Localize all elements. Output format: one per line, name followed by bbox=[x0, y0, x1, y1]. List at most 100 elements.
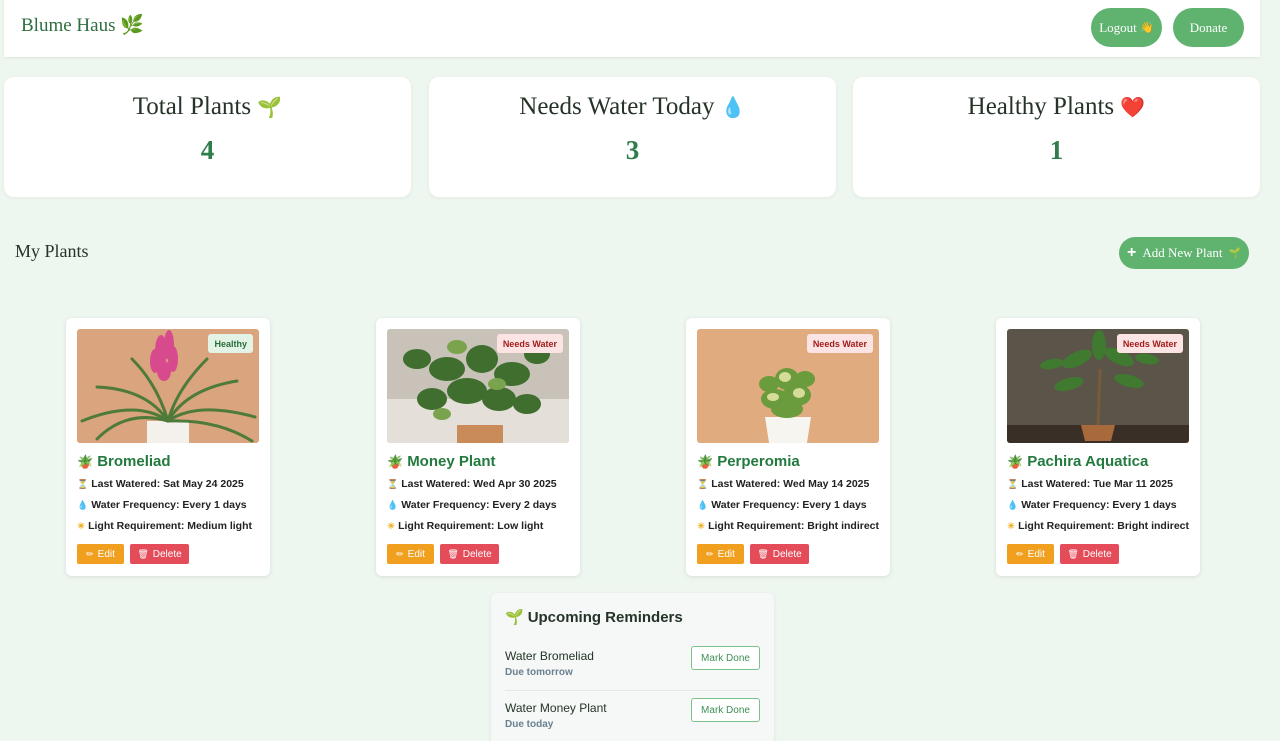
logout-label: Logout bbox=[1099, 19, 1137, 35]
last-watered-text: Last Watered: Wed May 14 2025 bbox=[711, 478, 870, 490]
edit-button[interactable]: ✏ Edit bbox=[697, 544, 744, 564]
plant-name-text: Pachira Aquatica bbox=[1027, 453, 1149, 470]
add-new-plant-label: Add New Plant bbox=[1142, 245, 1223, 260]
pencil-icon: ✏ bbox=[1016, 548, 1024, 559]
hourglass-icon: ⏳ bbox=[697, 479, 709, 489]
reminders-title: 🌱 Upcoming Reminders bbox=[505, 608, 683, 626]
water-frequency-text: Water Frequency: Every 2 days bbox=[401, 499, 557, 511]
stat-value: 3 bbox=[625, 135, 640, 165]
last-watered-text: Last Watered: Sat May 24 2025 bbox=[91, 478, 244, 490]
logout-button[interactable]: Logout 👋 bbox=[1091, 8, 1162, 47]
stat-label: Needs Water Today 💧 bbox=[429, 93, 836, 121]
plant-name-text: Perperomia bbox=[717, 453, 800, 470]
donate-label: Donate bbox=[1189, 19, 1228, 35]
light-requirement-text: Light Requirement: Low light bbox=[398, 520, 544, 532]
plant-card: Needs Water 🪴 Pachira Aquatica ⏳ Last Wate… bbox=[996, 318, 1200, 576]
stat-label-text: Needs Water Today bbox=[519, 93, 715, 120]
water-frequency: 💧 Water Frequency: Every 1 days bbox=[1007, 499, 1177, 511]
light-requirement: ☀ Light Requirement: Medium light bbox=[77, 520, 252, 532]
stat-value: 1 bbox=[1049, 135, 1064, 165]
last-watered: ⏳ Last Watered: Wed Apr 30 2025 bbox=[387, 478, 557, 490]
reminder-task: Water Bromeliad bbox=[505, 649, 594, 663]
reminder-task: Water Money Plant bbox=[505, 701, 607, 715]
stat-label: Total Plants 🌱 bbox=[4, 93, 411, 121]
sun-icon: ☀ bbox=[77, 521, 86, 531]
delete-label: Delete bbox=[462, 548, 492, 560]
trash-icon: 🗑 bbox=[137, 548, 149, 559]
water-frequency-text: Water Frequency: Every 1 days bbox=[91, 499, 247, 511]
stat-label-text: Total Plants bbox=[132, 93, 252, 120]
stat-card-healthy-plants: Healthy Plants ❤️ 1 bbox=[853, 77, 1260, 197]
light-requirement: ☀ Light Requirement: Bright indirect bbox=[1007, 520, 1189, 532]
upcoming-reminders-panel: 🌱 Upcoming Reminders Water Bromeliad Due … bbox=[491, 593, 774, 741]
mark-done-button[interactable]: Mark Done bbox=[691, 698, 760, 722]
light-requirement-text: Light Requirement: Bright indirect bbox=[1018, 520, 1189, 532]
droplet-icon: 💧 bbox=[1007, 500, 1019, 510]
stat-label-text: Healthy Plants bbox=[967, 93, 1115, 120]
stat-value: 4 bbox=[200, 135, 215, 165]
plant-photo: Needs Water bbox=[697, 329, 879, 443]
seedling-icon: 🌱 bbox=[257, 97, 283, 119]
last-watered-text: Last Watered: Wed Apr 30 2025 bbox=[401, 478, 557, 490]
light-requirement: ☀ Light Requirement: Low light bbox=[387, 520, 543, 532]
status-badge: Needs Water bbox=[806, 334, 873, 353]
plant-photo: Needs Water bbox=[387, 329, 569, 443]
plant-photo: Healthy bbox=[77, 329, 259, 443]
potted-plant-icon: 🪴 bbox=[697, 454, 714, 469]
droplet-icon: 💧 bbox=[77, 500, 89, 510]
water-frequency-text: Water Frequency: Every 1 days bbox=[711, 499, 867, 511]
droplet-icon: 💧 bbox=[387, 500, 399, 510]
wave-icon: 👋 bbox=[1140, 22, 1154, 34]
plant-name-text: Bromeliad bbox=[97, 453, 171, 470]
donate-button[interactable]: Donate bbox=[1173, 8, 1244, 47]
my-plants-heading: My Plants bbox=[15, 241, 89, 261]
reminder-due: Due today bbox=[505, 719, 554, 730]
plant-card: Healthy 🪴 Bromeliad ⏳ Last Watered: Sat Ma… bbox=[66, 318, 270, 576]
stat-label: Healthy Plants ❤️ bbox=[853, 93, 1260, 121]
plant-name-text: Money Plant bbox=[407, 453, 496, 470]
status-badge: Needs Water bbox=[496, 334, 563, 353]
edit-button[interactable]: ✏ Edit bbox=[387, 544, 434, 564]
water-frequency-text: Water Frequency: Every 1 days bbox=[1021, 499, 1177, 511]
status-badge: Needs Water bbox=[1116, 334, 1183, 353]
trash-icon: 🗑 bbox=[447, 548, 459, 559]
sun-icon: ☀ bbox=[1007, 521, 1016, 531]
delete-button[interactable]: 🗑 Delete bbox=[750, 544, 809, 564]
droplet-icon: 💧 bbox=[697, 500, 709, 510]
delete-label: Delete bbox=[1082, 548, 1112, 560]
last-watered: ⏳ Last Watered: Sat May 24 2025 bbox=[77, 478, 244, 490]
add-new-plant-button[interactable]: + Add New Plant 🌱 bbox=[1119, 237, 1249, 269]
edit-button[interactable]: ✏ Edit bbox=[1007, 544, 1054, 564]
trash-icon: 🗑 bbox=[757, 548, 769, 559]
sun-icon: ☀ bbox=[387, 521, 396, 531]
delete-button[interactable]: 🗑 Delete bbox=[130, 544, 189, 564]
heart-icon: ❤️ bbox=[1120, 97, 1146, 119]
light-requirement-text: Light Requirement: Medium light bbox=[88, 520, 252, 532]
reminder-item: Water Money Plant Due today Mark Done bbox=[505, 698, 760, 741]
divider bbox=[505, 690, 760, 691]
plant-card: Needs Water 🪴 Money Plant ⏳ Last Watered: … bbox=[376, 318, 580, 576]
seedling-icon: 🌱 bbox=[505, 609, 524, 626]
last-watered-text: Last Watered: Tue Mar 11 2025 bbox=[1021, 478, 1173, 490]
plus-icon: + bbox=[1127, 244, 1137, 261]
trash-icon: 🗑 bbox=[1067, 548, 1079, 559]
plant-card: Needs Water 🪴 Perperomia ⏳ Last Watered: W… bbox=[686, 318, 890, 576]
seedling-icon: 🌱 bbox=[1228, 247, 1241, 259]
plant-name: 🪴 Bromeliad bbox=[77, 453, 171, 470]
leaf-icon: 🌿 bbox=[120, 15, 144, 36]
hourglass-icon: ⏳ bbox=[387, 479, 399, 489]
delete-button[interactable]: 🗑 Delete bbox=[440, 544, 499, 564]
plant-name: 🪴 Money Plant bbox=[387, 453, 496, 470]
delete-label: Delete bbox=[152, 548, 182, 560]
brand-logo[interactable]: Blume Haus 🌿 bbox=[21, 13, 144, 37]
edit-label: Edit bbox=[407, 548, 425, 560]
reminders-title-text: Upcoming Reminders bbox=[527, 609, 683, 626]
sun-icon: ☀ bbox=[697, 521, 706, 531]
edit-button[interactable]: ✏ Edit bbox=[77, 544, 124, 564]
droplet-icon: 💧 bbox=[720, 97, 746, 119]
plant-name: 🪴 Pachira Aquatica bbox=[1007, 453, 1148, 470]
brand-name[interactable]: Blume Haus bbox=[21, 15, 115, 36]
stat-card-total-plants: Total Plants 🌱 4 bbox=[4, 77, 411, 197]
delete-button[interactable]: 🗑 Delete bbox=[1060, 544, 1119, 564]
mark-done-button[interactable]: Mark Done bbox=[691, 646, 760, 670]
